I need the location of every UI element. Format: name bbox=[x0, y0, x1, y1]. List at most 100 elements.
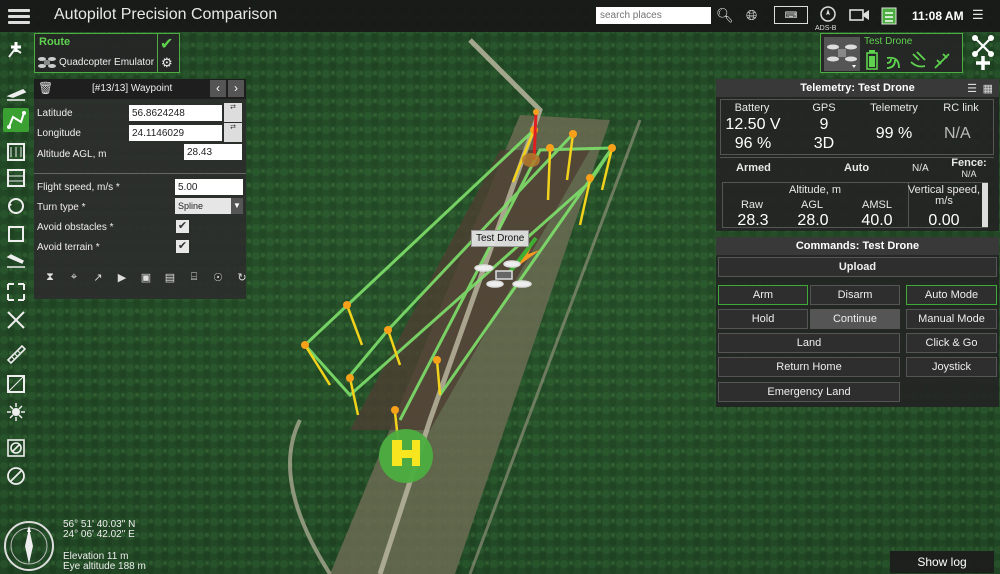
waypoint-title: [#13/13] Waypoint bbox=[92, 83, 173, 94]
perimeter-icon[interactable] bbox=[3, 222, 29, 246]
fence-label: Fence: bbox=[951, 157, 987, 169]
turn-type-value: Spline bbox=[178, 201, 204, 211]
manual-mode-button[interactable]: Manual Mode bbox=[906, 309, 997, 329]
camera-interval-icon[interactable]: ▤ bbox=[160, 271, 180, 287]
servo-icon[interactable]: ☉ bbox=[208, 271, 228, 287]
upload-button[interactable]: Upload bbox=[718, 257, 997, 277]
globe-icon[interactable]: 🌐︎ bbox=[746, 6, 757, 24]
gears-icon[interactable]: ⚙︎ bbox=[161, 55, 173, 71]
emergency-land-button[interactable]: Emergency Land bbox=[718, 382, 900, 402]
amsl-value: 40.0 bbox=[861, 212, 893, 229]
return-home-button[interactable]: Return Home bbox=[718, 357, 900, 377]
arm-button[interactable]: Arm bbox=[718, 285, 808, 305]
checklist-icon[interactable] bbox=[880, 6, 898, 30]
camera-trigger-icon[interactable]: ⌖ bbox=[64, 271, 84, 287]
coordinates-readout: 56° 51' 40.03" N 24° 06' 42.02" E bbox=[63, 520, 135, 540]
camera-distance-icon[interactable]: ▣ bbox=[136, 271, 156, 287]
scale-route-icon[interactable] bbox=[3, 308, 29, 332]
menu-icon[interactable] bbox=[8, 6, 30, 26]
latitude-label: Latitude bbox=[37, 108, 73, 119]
adsb-icon[interactable]: ADS-B bbox=[815, 5, 839, 33]
joystick-button[interactable]: Joystick bbox=[906, 357, 997, 377]
continue-button[interactable]: Continue bbox=[810, 309, 900, 329]
payload-icon[interactable]: ⌸ bbox=[184, 271, 204, 287]
no-fly-zone-icon[interactable] bbox=[3, 436, 29, 460]
search-input[interactable] bbox=[596, 7, 711, 24]
battery-percent: 96 % bbox=[734, 135, 772, 152]
rc-link-icon bbox=[934, 53, 950, 69]
add-vehicle-button[interactable] bbox=[968, 34, 998, 74]
gps-sats: 9 bbox=[819, 116, 829, 133]
telemetry-title: Telemetry: Test Drone bbox=[716, 79, 999, 97]
rc-link-value: N/A bbox=[944, 125, 971, 142]
window-menu-icon[interactable]: ☰ bbox=[972, 6, 984, 24]
hourglass-icon[interactable]: ⧗ bbox=[40, 271, 60, 287]
amsl-label: AMSL bbox=[862, 199, 892, 211]
fence-value: N/A bbox=[961, 169, 977, 179]
add-route-icon[interactable] bbox=[3, 38, 29, 62]
vertical-speed-value: 0.00 bbox=[928, 212, 960, 229]
waypoint-tool-icon[interactable] bbox=[3, 108, 29, 132]
longitude-readout: 24° 06' 42.02" E bbox=[63, 529, 135, 540]
landing-icon[interactable] bbox=[3, 248, 29, 272]
list-view-icon[interactable]: ☰ bbox=[967, 82, 977, 95]
latitude-input[interactable] bbox=[129, 105, 222, 121]
coordinate-format-icon[interactable]: ⇄ bbox=[224, 123, 242, 142]
telemetry-label: Telemetry bbox=[870, 102, 918, 114]
telemetry-panel: Telemetry: Test Drone ☰ ▦ Battery 12.50 … bbox=[716, 79, 999, 231]
checkmark-icon[interactable]: ✔︎ bbox=[160, 34, 173, 54]
route-vehicle: Quadcopter Emulator bbox=[59, 57, 155, 68]
agl-value: 28.0 bbox=[797, 212, 829, 229]
commands-title: Commands: Test Drone bbox=[716, 237, 999, 255]
sun-icon[interactable] bbox=[3, 400, 29, 424]
avoid-obstacles-checkbox[interactable]: ✔︎ bbox=[176, 220, 189, 233]
land-button[interactable]: Land bbox=[718, 333, 900, 353]
drone-header[interactable]: Test Drone bbox=[820, 33, 963, 73]
compass-icon[interactable] bbox=[3, 520, 55, 572]
next-waypoint-button[interactable]: › bbox=[228, 80, 244, 97]
hold-button[interactable]: Hold bbox=[718, 309, 808, 329]
takeoff-icon[interactable] bbox=[3, 82, 29, 106]
move-route-icon[interactable] bbox=[3, 280, 29, 304]
drone-avatar-icon bbox=[824, 37, 860, 71]
route-header[interactable]: Route Quadcopter Emulator bbox=[34, 33, 158, 73]
drone-name: Test Drone bbox=[864, 36, 913, 47]
quadcopter-icon bbox=[38, 57, 56, 68]
turn-type-label: Turn type * bbox=[37, 202, 86, 213]
altitude-label: Altitude, m bbox=[789, 184, 841, 196]
altitude-input[interactable] bbox=[184, 144, 242, 160]
battery-voltage: 12.50 V bbox=[725, 116, 781, 133]
survey-area-icon[interactable] bbox=[3, 140, 29, 164]
auto-mode-button[interactable]: Auto Mode bbox=[906, 285, 997, 305]
flight-speed-input[interactable] bbox=[175, 179, 243, 195]
gps-satellite-icon bbox=[910, 51, 926, 68]
trash-icon[interactable]: 🗑︎ bbox=[38, 81, 53, 95]
telemetry-value: 99 % bbox=[875, 125, 913, 142]
video-camera-icon[interactable] bbox=[849, 6, 871, 28]
agl-label: AGL bbox=[800, 199, 823, 211]
show-log-button[interactable]: Show log bbox=[890, 551, 994, 573]
coordinate-format-icon[interactable]: ⇄ bbox=[224, 103, 242, 122]
grid-view-icon[interactable]: ▦ bbox=[983, 82, 993, 95]
area-measure-icon[interactable] bbox=[3, 372, 29, 396]
search-icon[interactable]: 🔍︎ bbox=[716, 6, 734, 24]
circle-tool-icon[interactable] bbox=[3, 194, 29, 218]
previous-waypoint-button[interactable]: ‹ bbox=[210, 80, 226, 97]
raw-value: 28.3 bbox=[737, 212, 769, 229]
point-camera-icon[interactable]: ↗ bbox=[88, 271, 108, 287]
avoid-terrain-checkbox[interactable]: ✔︎ bbox=[176, 240, 189, 253]
facade-scan-icon[interactable] bbox=[3, 166, 29, 190]
telemetry-signal-icon bbox=[886, 56, 900, 69]
drone-map-label[interactable]: Test Drone bbox=[471, 230, 530, 247]
disarm-button[interactable]: Disarm bbox=[810, 285, 900, 305]
click-go-button[interactable]: Click & Go bbox=[906, 333, 997, 353]
camera-mode-icon[interactable]: ▶ bbox=[112, 271, 132, 287]
gps-label: GPS bbox=[812, 102, 836, 114]
clear-zone-icon[interactable] bbox=[3, 464, 29, 488]
longitude-input[interactable] bbox=[129, 125, 222, 141]
avoid-obstacles-label: Avoid obstacles * bbox=[37, 222, 114, 233]
ruler-icon[interactable] bbox=[3, 342, 29, 366]
keyboard-icon[interactable]: ⌨︎ bbox=[774, 6, 808, 24]
refresh-icon[interactable]: ↻ bbox=[232, 271, 252, 287]
turn-type-select[interactable]: Spline ▼ bbox=[175, 198, 243, 214]
